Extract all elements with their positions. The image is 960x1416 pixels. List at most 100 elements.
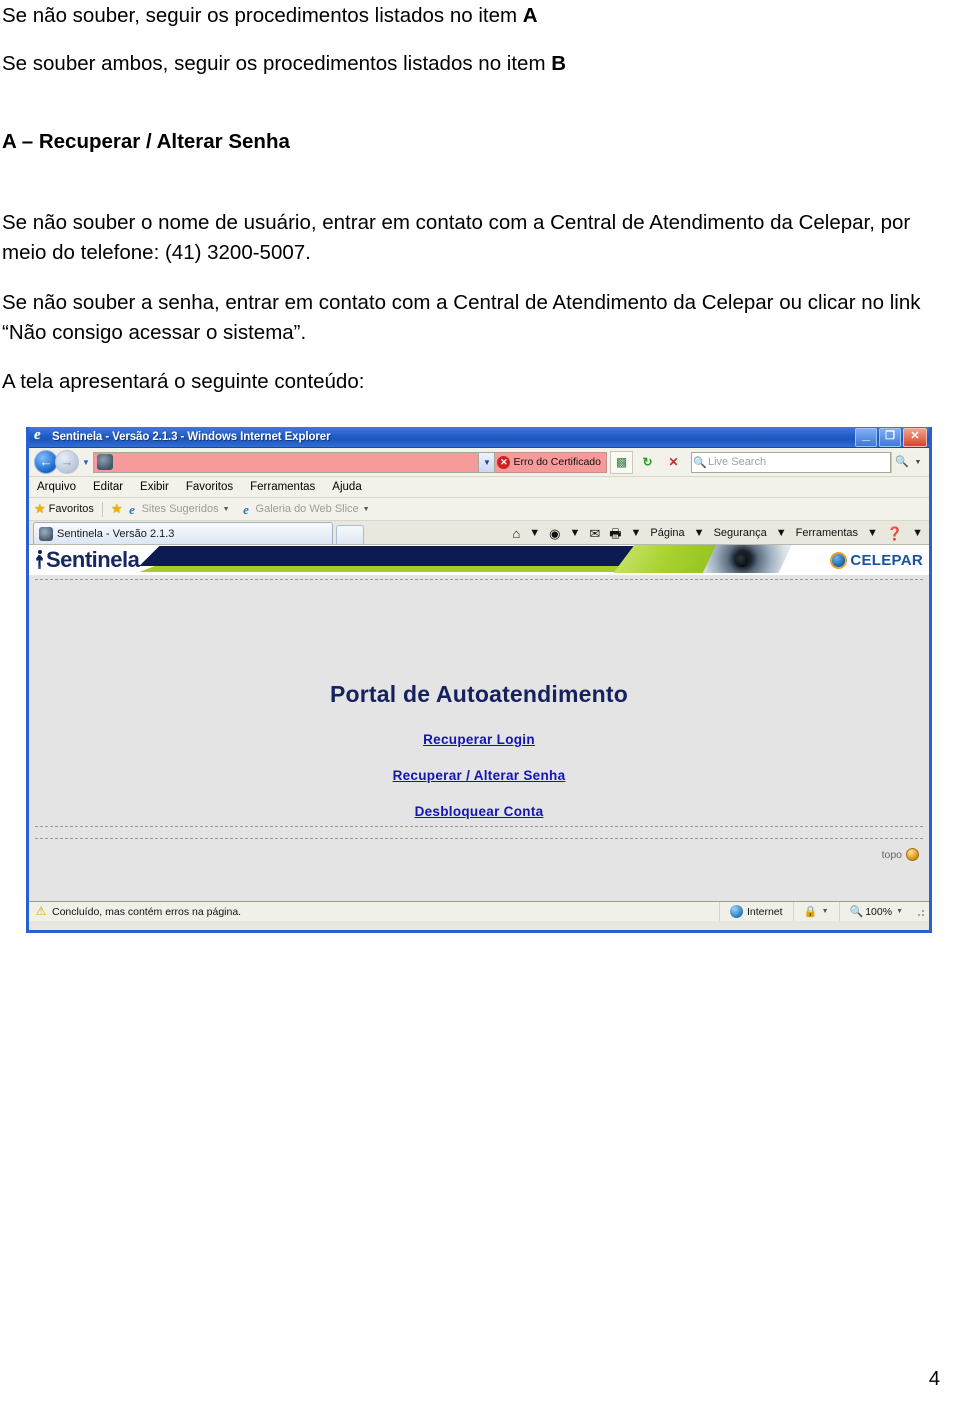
close-button[interactable]: ✕ bbox=[903, 427, 927, 447]
footer-divider-bottom bbox=[35, 838, 923, 839]
back-to-top-link[interactable]: topo bbox=[882, 848, 919, 861]
favorites-item-sites-sugeridos-label: Sites Sugeridos bbox=[141, 503, 219, 515]
person-icon bbox=[35, 549, 44, 571]
command-seguranca[interactable]: Segurança bbox=[714, 527, 767, 539]
menu-item-ferramentas[interactable]: Ferramentas bbox=[250, 481, 315, 493]
ferramentas-dropdown-icon[interactable]: ▼ bbox=[867, 527, 878, 539]
page-title: Portal de Autoatendimento bbox=[329, 681, 629, 707]
protected-mode-indicator[interactable]: 🔒 ▼ bbox=[792, 902, 839, 921]
link-desbloquear-conta[interactable]: Desbloquear Conta bbox=[29, 804, 929, 819]
zoom-control[interactable]: 🔍 100% ▼ bbox=[838, 902, 914, 921]
help-circle-icon: ❓ bbox=[886, 525, 904, 541]
status-bar: ⚠ Concluído, mas contém erros na página.… bbox=[29, 901, 929, 921]
internet-explorer-window: Sentinela - Versão 2.1.3 - Windows Inter… bbox=[26, 427, 932, 933]
back-arrow-icon: ← bbox=[39, 454, 53, 469]
stop-button[interactable]: ✕ bbox=[662, 451, 685, 474]
celepar-logo-text: CELEPAR bbox=[850, 551, 923, 569]
menu-item-exibir[interactable]: Exibir bbox=[140, 481, 169, 493]
help-button[interactable]: ❓ bbox=[887, 527, 903, 540]
celepar-logo[interactable]: CELEPAR bbox=[826, 545, 929, 575]
zoom-caret-icon: ▼ bbox=[896, 908, 903, 915]
favorites-button-label[interactable]: Favoritos bbox=[49, 503, 94, 515]
favorites-item-sites-sugeridos[interactable]: e Sites Sugeridos ▼ bbox=[126, 501, 230, 517]
history-dropdown-button[interactable]: ▼ bbox=[79, 458, 93, 467]
page-number: 4 bbox=[928, 1368, 940, 1390]
command-bar: ⌂ ▼ ◉ ▼ ✉ 🖶 ▼ Página ▼ Segurança ▼ Ferra… bbox=[503, 522, 929, 544]
favorites-item-web-slice-gallery[interactable]: e Galeria do Web Slice ▼ bbox=[240, 503, 369, 516]
site-banner: Sentinela CELEPAR bbox=[29, 545, 929, 575]
home-button[interactable]: ⌂ bbox=[512, 527, 520, 540]
window-title: Sentinela - Versão 2.1.3 - Windows Inter… bbox=[52, 431, 331, 443]
warning-icon[interactable]: ⚠ bbox=[34, 905, 48, 918]
menu-item-ajuda[interactable]: Ajuda bbox=[332, 481, 361, 493]
globe-icon bbox=[729, 905, 743, 918]
tab-sentinela[interactable]: Sentinela - Versão 2.1.3 bbox=[33, 522, 333, 544]
favorites-star-icon: ★ bbox=[34, 501, 46, 516]
link-recuperar-login[interactable]: Recuperar Login bbox=[29, 732, 929, 747]
footer-divider-top bbox=[35, 826, 923, 827]
pagina-dropdown-icon[interactable]: ▼ bbox=[694, 527, 705, 539]
new-tab-button[interactable] bbox=[336, 525, 364, 544]
window-titlebar: Sentinela - Versão 2.1.3 - Windows Inter… bbox=[29, 427, 929, 448]
certificate-error-badge[interactable]: ✕ Erro do Certificado bbox=[495, 451, 607, 473]
search-provider-dropdown[interactable]: ▼ bbox=[912, 451, 924, 473]
sentinela-logo[interactable]: Sentinela bbox=[29, 545, 140, 575]
home-icon: ⌂ bbox=[512, 525, 521, 541]
paragraph-screen-intro: A tela apresentará o seguinte conteúdo: bbox=[2, 370, 365, 393]
resize-grip[interactable] bbox=[917, 906, 927, 917]
paragraph-password-contact: Se não souber a senha, entrar em contato… bbox=[2, 291, 927, 344]
forward-arrow-icon: → bbox=[60, 454, 74, 469]
help-dropdown-icon[interactable]: ▼ bbox=[912, 527, 923, 539]
chevron-down-icon: ▼ bbox=[222, 505, 230, 513]
home-dropdown-button[interactable]: ▼ bbox=[529, 527, 540, 539]
minimize-icon: _ bbox=[862, 427, 870, 442]
address-dropdown-button[interactable]: ▼ bbox=[478, 452, 495, 472]
search-placeholder: Live Search bbox=[708, 456, 767, 468]
feeds-dropdown-button[interactable]: ▼ bbox=[569, 527, 580, 539]
menu-item-editar[interactable]: Editar bbox=[93, 481, 123, 493]
section-heading-a: A – Recuperar / Alterar Senha bbox=[2, 130, 290, 153]
banner-green-stripe bbox=[139, 566, 662, 572]
banner-artwork bbox=[139, 545, 826, 575]
address-toolbar: ← → ▼ ▼ ✕ Erro do Certificado ▩ ↻ ✕ 🔍 Li… bbox=[29, 448, 929, 477]
tab-sentinela-label: Sentinela - Versão 2.1.3 bbox=[57, 527, 175, 540]
page-content: Portal de Autoatendimento Recuperar Logi… bbox=[29, 580, 929, 861]
paragraph-username-contact: Se não souber o nome de usuário, entrar … bbox=[2, 211, 916, 264]
mail-button[interactable]: ✉ bbox=[589, 527, 600, 540]
seguranca-dropdown-icon[interactable]: ▼ bbox=[776, 527, 787, 539]
tab-bar: Sentinela - Versão 2.1.3 ⌂ ▼ ◉ ▼ ✉ 🖶 ▼ P… bbox=[29, 521, 929, 545]
instruction-line-a-text: Se não souber, seguir os procedimentos l… bbox=[2, 4, 523, 27]
link-recuperar-alterar-senha[interactable]: Recuperar / Alterar Senha bbox=[29, 768, 929, 783]
add-favorite-star-icon[interactable]: ★ bbox=[111, 501, 123, 517]
menu-bar: Arquivo Editar Exibir Favoritos Ferramen… bbox=[29, 477, 929, 498]
address-input[interactable]: ▼ bbox=[93, 451, 496, 473]
site-favicon-icon bbox=[97, 454, 113, 470]
maximize-icon: ❐ bbox=[885, 429, 895, 442]
mail-icon: ✉ bbox=[589, 525, 601, 541]
forward-button[interactable]: → bbox=[55, 450, 79, 474]
favorites-item-web-slice-gallery-label: Galeria do Web Slice bbox=[255, 503, 359, 515]
refresh-button[interactable]: ↻ bbox=[636, 451, 659, 474]
print-button[interactable]: 🖶 bbox=[609, 527, 621, 540]
printer-icon: 🖶 bbox=[609, 525, 622, 541]
menu-item-favoritos[interactable]: Favoritos bbox=[186, 481, 233, 493]
menu-item-arquivo[interactable]: Arquivo bbox=[37, 481, 76, 493]
internet-explorer-icon bbox=[34, 427, 48, 444]
command-ferramentas[interactable]: Ferramentas bbox=[796, 527, 858, 539]
minimize-button[interactable]: _ bbox=[855, 427, 877, 447]
favorites-bar: ★ Favoritos ★ e Sites Sugeridos ▼ e Gale… bbox=[29, 498, 929, 521]
back-to-top-label: topo bbox=[881, 848, 902, 861]
print-dropdown-button[interactable]: ▼ bbox=[631, 527, 642, 539]
maximize-button[interactable]: ❐ bbox=[879, 427, 901, 447]
feeds-button[interactable]: ◉ bbox=[549, 527, 560, 540]
status-zone[interactable]: Internet bbox=[718, 902, 793, 921]
command-pagina[interactable]: Página bbox=[650, 527, 684, 539]
instruction-line-b-item: B bbox=[551, 52, 567, 75]
close-icon: ✕ bbox=[910, 429, 920, 442]
internet-explorer-small-icon: e bbox=[129, 501, 135, 517]
search-submit-button[interactable]: 🔍 bbox=[891, 451, 912, 473]
status-message: Concluído, mas contém erros na página. bbox=[52, 905, 242, 918]
banner-navy-stripe bbox=[139, 546, 641, 566]
compatibility-view-button[interactable]: ▩ bbox=[610, 450, 633, 474]
search-input[interactable]: 🔍 Live Search bbox=[691, 451, 891, 473]
